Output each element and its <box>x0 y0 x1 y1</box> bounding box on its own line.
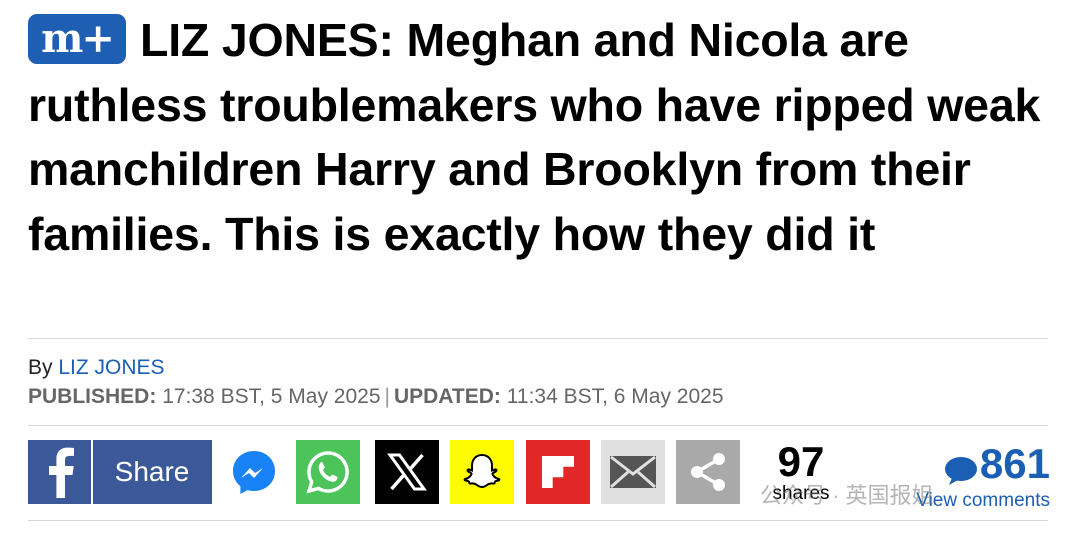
whatsapp-icon <box>306 451 349 494</box>
more-share-button[interactable] <box>676 440 740 504</box>
separator: | <box>384 385 390 408</box>
mail-plus-badge-text: m+ <box>41 15 115 62</box>
author-link[interactable]: LIZ JONES <box>58 356 164 379</box>
watermark: 公众号 · 英国报姐 <box>760 483 934 508</box>
divider-middle <box>28 425 1048 426</box>
updated-label: UPDATED: <box>393 385 501 408</box>
headline-text: LIZ JONES: Meghan and Nicola are ruthles… <box>28 14 1041 260</box>
snapchat-icon <box>463 453 501 489</box>
messenger-icon <box>233 451 275 494</box>
flipboard-share-button[interactable] <box>526 440 590 504</box>
publish-info: PUBLISHED: 17:38 BST, 5 May 2025 | UPDATED… <box>28 385 724 409</box>
divider-bottom <box>28 520 1048 521</box>
updated-value: 11:34 BST, 6 May 2025 <box>506 385 724 408</box>
mail-plus-badge[interactable]: m+ <box>28 14 126 64</box>
email-share-button[interactable] <box>601 440 665 504</box>
comment-count: 861 <box>979 440 1050 487</box>
headline: m+ LIZ JONES: Meghan and Nicola are ruthl… <box>28 8 1058 266</box>
whatsapp-share-button[interactable] <box>296 440 360 504</box>
comment-bubble-icon <box>944 456 978 491</box>
share-icon <box>691 453 725 491</box>
facebook-share-label: Share <box>114 456 190 487</box>
snapchat-share-button[interactable] <box>450 440 514 504</box>
headline-block: m+ LIZ JONES: Meghan and Nicola are ruthl… <box>28 8 1058 266</box>
x-icon <box>387 453 427 491</box>
published-value: 17:38 BST, 5 May 2025 <box>162 385 381 408</box>
facebook-share-button[interactable]: Share <box>28 440 212 504</box>
divider-top <box>28 338 1048 339</box>
facebook-icon <box>28 440 93 504</box>
byline-prefix: By <box>28 356 53 379</box>
byline: By LIZ JONES <box>28 356 165 380</box>
flipboard-icon <box>542 456 574 488</box>
published-label: PUBLISHED: <box>28 385 157 408</box>
messenger-share-button[interactable] <box>222 440 286 504</box>
email-icon <box>610 455 656 489</box>
x-share-button[interactable] <box>375 440 439 504</box>
